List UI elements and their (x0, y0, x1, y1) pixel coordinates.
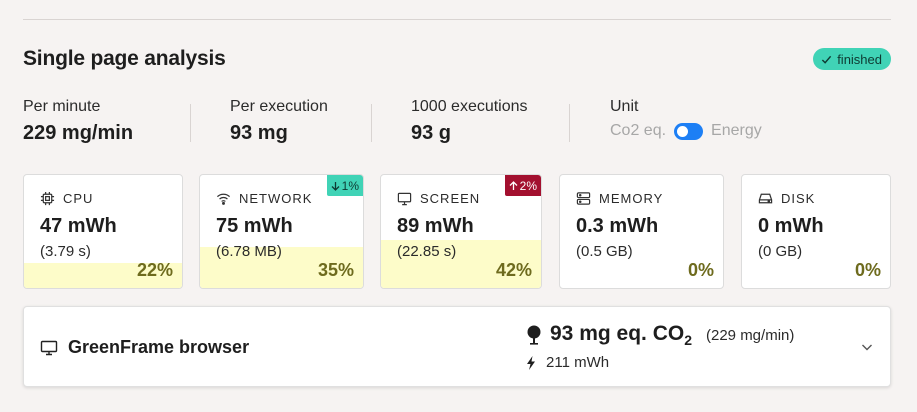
card-detail: (0 GB) (758, 243, 803, 260)
top-divider (23, 19, 891, 20)
browser-name: GreenFrame browser (68, 337, 250, 357)
card-cpu: CPU 47 mWh (3.79 s) 22% (23, 174, 183, 289)
metric-value: 93 g (411, 122, 452, 144)
card-header: NETWORK (216, 191, 312, 206)
co2-subscript: 2 (684, 332, 692, 348)
unit-option-co2[interactable]: Co2 eq. (610, 122, 666, 140)
metric-per-execution: Per execution 93 mg (230, 98, 328, 145)
co2-amount: 93 mg eq. CO (550, 322, 685, 345)
trend-badge-up: 2% (504, 175, 541, 196)
metric-label: 1000 executions (411, 98, 528, 115)
trend-value: 2% (519, 178, 537, 193)
check-icon (822, 55, 832, 64)
metric-separator (569, 104, 570, 142)
unit-toggle-switch[interactable] (674, 122, 704, 140)
cpu-icon (40, 191, 55, 206)
card-detail: (0.5 GB) (576, 243, 633, 260)
unit-selector: Unit Co2 eq. Energy (610, 98, 762, 140)
card-title: NETWORK (239, 191, 313, 206)
card-title: SCREEN (420, 191, 481, 206)
section-title: Single page analysis (23, 47, 226, 70)
browser-energy: 211 mWh (526, 354, 609, 371)
card-title: DISK (781, 191, 816, 206)
card-value: 89 mWh (397, 215, 474, 237)
status-label: finished (837, 51, 882, 67)
metric-per-minute: Per minute 229 mg/min (23, 98, 133, 145)
memory-icon (576, 192, 591, 205)
card-value: 75 mWh (216, 215, 293, 237)
browser-accordion[interactable]: GreenFrame browser 93 mg eq. CO2 (229 mg… (23, 306, 891, 387)
card-disk: DISK 0 mWh (0 GB) 0% (741, 174, 891, 289)
unit-option-energy[interactable]: Energy (711, 122, 762, 140)
card-percent: 35% (317, 260, 354, 280)
card-detail: (3.79 s) (40, 243, 91, 260)
disk-icon (758, 193, 773, 204)
metric-label: Per execution (230, 98, 328, 115)
card-header: MEMORY (576, 191, 663, 206)
card-header: CPU (40, 191, 93, 206)
trend-value: 1% (341, 178, 359, 193)
chevron-down-icon[interactable] (860, 340, 874, 354)
metric-value: 229 mg/min (23, 122, 134, 144)
trend-badge-down: 1% (326, 175, 363, 196)
card-percent: 42% (495, 260, 532, 280)
card-title: MEMORY (599, 191, 664, 206)
card-memory: MEMORY 0.3 mWh (0.5 GB) 0% (559, 174, 724, 289)
toggle-knob (677, 125, 689, 137)
arrow-down-icon (331, 181, 340, 191)
card-title: CPU (63, 191, 94, 206)
metric-separator (371, 104, 372, 142)
card-percent: 0% (687, 260, 714, 280)
lightning-icon (527, 355, 535, 370)
monitor-icon (397, 192, 412, 206)
browser-co2: 93 mg eq. CO2 (229 mg/min) (526, 322, 794, 348)
unit-toggle-row: Co2 eq. Energy (610, 122, 762, 140)
arrow-up-icon (509, 180, 518, 190)
browser-header: GreenFrame browser (40, 337, 249, 358)
status-badge: finished (813, 48, 891, 70)
metric-label: Per minute (23, 98, 101, 115)
metric-value: 93 mg (230, 122, 288, 144)
wifi-icon (216, 193, 231, 205)
co2-value: 93 mg eq. CO2 (550, 322, 692, 348)
card-network: 1% NETWORK 75 mWh (6.78 MB) 35% (199, 174, 364, 289)
card-header: SCREEN (397, 191, 480, 206)
card-percent: 0% (854, 260, 881, 280)
energy-value: 211 mWh (546, 354, 610, 371)
card-screen: 2% SCREEN 89 mWh (22.85 s) 42% (380, 174, 542, 289)
card-percent: 22% (136, 260, 173, 280)
card-header: DISK (758, 191, 815, 206)
tree-icon (527, 325, 541, 345)
metric-1000-executions: 1000 executions 93 g (411, 98, 528, 145)
card-value: 0 mWh (758, 215, 824, 237)
unit-label: Unit (610, 98, 639, 115)
card-detail: (6.78 MB) (216, 243, 282, 260)
card-value: 47 mWh (40, 215, 117, 237)
monitor-icon (40, 340, 58, 355)
summary-metrics: Per minute 229 mg/min Per execution 93 m… (23, 98, 891, 152)
card-detail: (22.85 s) (397, 243, 457, 260)
card-value: 0.3 mWh (576, 215, 659, 237)
co2-rate: (229 mg/min) (706, 326, 795, 344)
component-cards: CPU 47 mWh (3.79 s) 22% 1% NETWORK 75 mW… (23, 174, 891, 289)
metric-separator (190, 104, 191, 142)
